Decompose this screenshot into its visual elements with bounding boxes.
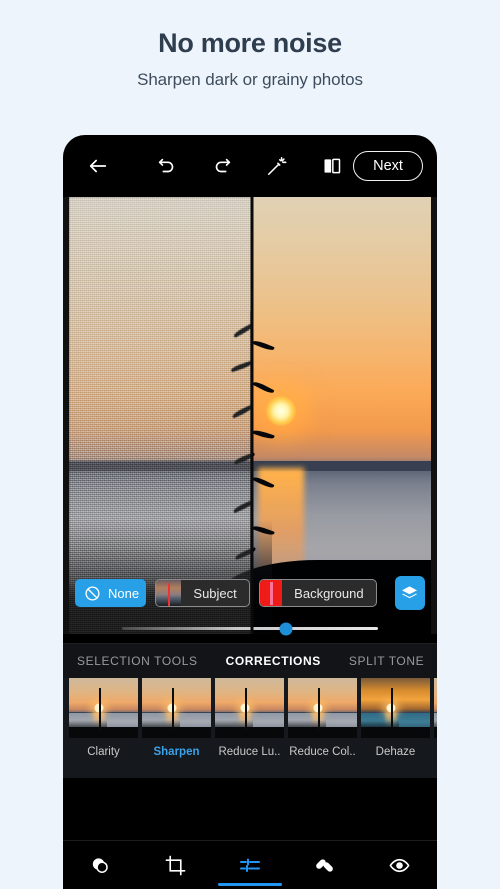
selection-chip-background-label: Background bbox=[294, 585, 364, 601]
back-arrow-icon bbox=[87, 155, 109, 177]
back-button[interactable] bbox=[77, 146, 120, 186]
selection-chip-none[interactable]: None bbox=[75, 579, 147, 607]
filter-label: Sharpen bbox=[153, 746, 200, 758]
photo-inner bbox=[69, 197, 431, 634]
promo-subtitle: Sharpen dark or grainy photos bbox=[137, 70, 363, 90]
editor-toolbar: Next bbox=[63, 135, 437, 197]
filter-item-clarity[interactable]: Clarity bbox=[69, 678, 138, 778]
filter-item-reduce-color-noise[interactable]: Reduce Col.. bbox=[288, 678, 357, 778]
adjustments-sliders-icon bbox=[238, 853, 262, 877]
selection-chip-subject[interactable]: Subject bbox=[155, 579, 250, 607]
bottom-nav-bar bbox=[63, 840, 437, 889]
filter-thumbnail bbox=[434, 678, 437, 738]
subject-thumbnail bbox=[156, 580, 182, 606]
photo-before-half bbox=[69, 197, 252, 634]
filter-thumbnail bbox=[288, 678, 357, 738]
slider-thumb[interactable] bbox=[279, 622, 293, 635]
photo-after-half bbox=[251, 197, 431, 634]
next-button[interactable]: Next bbox=[353, 151, 423, 181]
photo-scene-after bbox=[251, 197, 431, 634]
selection-chip-none-label: None bbox=[108, 585, 140, 601]
nav-item-looks[interactable] bbox=[63, 841, 138, 889]
filter-item-sharpen[interactable]: Sharpen bbox=[142, 678, 211, 778]
active-tab-underline bbox=[217, 882, 282, 886]
undo-icon bbox=[156, 155, 178, 177]
filter-item-dehaze[interactable]: Dehaze bbox=[361, 678, 430, 778]
layers-button[interactable] bbox=[394, 576, 425, 610]
crop-icon bbox=[164, 854, 187, 877]
compare-split-button[interactable] bbox=[310, 146, 353, 186]
filter-thumbnail bbox=[142, 678, 211, 738]
selection-chip-background[interactable]: Background bbox=[258, 579, 377, 607]
healing-patch-icon bbox=[313, 854, 336, 877]
photo-canvas[interactable] bbox=[63, 197, 437, 634]
redo-button[interactable] bbox=[201, 146, 244, 186]
filter-label: Reduce Col.. bbox=[289, 746, 356, 758]
no-selection-icon bbox=[84, 585, 101, 602]
undo-button[interactable] bbox=[146, 146, 189, 186]
filter-item-next-partial[interactable] bbox=[434, 678, 437, 778]
layers-icon bbox=[400, 584, 419, 603]
split-divider[interactable] bbox=[250, 197, 254, 634]
filter-thumbnail bbox=[215, 678, 284, 738]
before-after-split-icon bbox=[322, 156, 342, 176]
sun bbox=[265, 396, 296, 427]
magic-wand-icon bbox=[266, 155, 288, 177]
photo-scene-before bbox=[69, 197, 252, 634]
background-mask-thumbnail bbox=[259, 580, 283, 606]
filter-label: Dehaze bbox=[375, 746, 416, 758]
nav-item-healing[interactable] bbox=[287, 841, 362, 889]
eye-preview-icon bbox=[388, 854, 411, 877]
looks-presets-icon bbox=[89, 854, 112, 877]
filter-thumbnail bbox=[361, 678, 430, 738]
filter-strip[interactable]: Clarity Sharpen Reduce Lu.. Reduce Col..… bbox=[63, 678, 437, 778]
magic-wand-button[interactable] bbox=[255, 146, 298, 186]
redo-icon bbox=[211, 155, 233, 177]
sky bbox=[251, 197, 431, 468]
horizon-line bbox=[69, 461, 252, 472]
tab-corrections[interactable]: CORRECTIONS bbox=[226, 654, 321, 668]
phone-mockup: Next None Subject Background SELECTION T… bbox=[63, 135, 437, 889]
filter-thumbnail bbox=[69, 678, 138, 738]
nav-item-preview[interactable] bbox=[362, 841, 437, 889]
promo-header: No more noise Sharpen dark or grainy pho… bbox=[0, 0, 500, 90]
selection-chip-subject-label: Subject bbox=[193, 585, 237, 601]
promo-title: No more noise bbox=[158, 28, 342, 58]
tab-split-tone[interactable]: SPLIT TONE bbox=[349, 654, 424, 668]
adjustment-tab-bar: SELECTION TOOLS CORRECTIONS SPLIT TONE H… bbox=[63, 643, 437, 678]
nav-item-crop[interactable] bbox=[138, 841, 213, 889]
tab-selection-tools[interactable]: SELECTION TOOLS bbox=[77, 654, 198, 668]
nav-item-adjustments[interactable] bbox=[213, 841, 288, 889]
filter-label: Reduce Lu.. bbox=[218, 746, 281, 758]
sky bbox=[69, 197, 252, 468]
filter-label: Clarity bbox=[87, 746, 120, 758]
filter-item-reduce-luminance-noise[interactable]: Reduce Lu.. bbox=[215, 678, 284, 778]
